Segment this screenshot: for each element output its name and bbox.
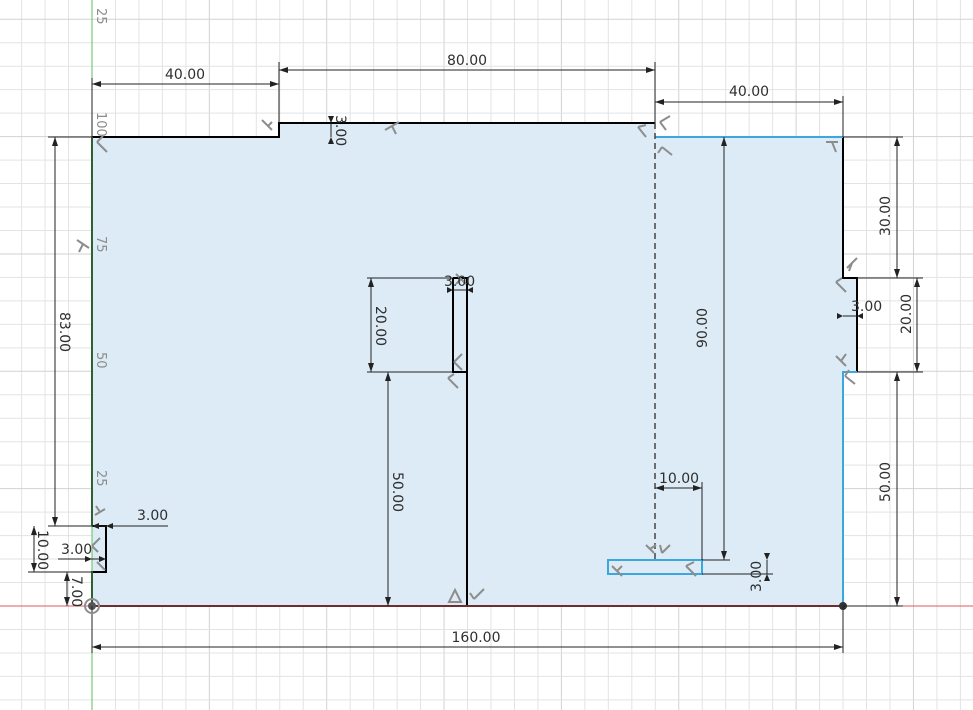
dim-10-notch: 10.00 <box>34 530 50 570</box>
ruler-label: 50 <box>93 352 108 369</box>
dim-80: 80.00 <box>447 53 487 69</box>
dim-40-top-right: 40.00 <box>729 84 769 100</box>
perpendicular-icon <box>659 115 671 131</box>
ruler-label: 25 <box>93 8 108 25</box>
dim-3-notch-top: 3.00 <box>137 508 168 524</box>
dim-3-slot: 3.00 <box>444 274 475 290</box>
dim-50-right: 50.00 <box>878 462 894 502</box>
dim-50-slot: 50.00 <box>389 472 405 512</box>
perpendicular-icon <box>76 239 90 253</box>
dim-3-tab: 3.00 <box>749 561 765 592</box>
dim-40-top-left: 40.00 <box>165 67 205 83</box>
dim-20-right: 20.00 <box>899 294 915 334</box>
dim-160: 160.00 <box>452 630 501 646</box>
sketch-canvas[interactable]: 25 100 75 50 25 40.00 80.00 40.00 3.00 8… <box>0 0 973 710</box>
ruler-label: 100 <box>93 112 108 137</box>
dim-10-tab: 10.00 <box>659 471 699 487</box>
perpendicular-icon <box>261 119 273 131</box>
perpendicular-icon <box>846 257 858 272</box>
dim-30: 30.00 <box>878 196 894 236</box>
dim-83: 83.00 <box>56 312 72 352</box>
sketch-profile-fill <box>92 123 857 606</box>
dim-3-top-notch: 3.00 <box>332 115 348 146</box>
dim-20-slot: 20.00 <box>372 306 388 346</box>
ruler-label: 75 <box>93 236 108 253</box>
dim-3-notch-mid: 3.00 <box>61 542 92 558</box>
ruler-label: 25 <box>93 470 108 487</box>
dim-90: 90.00 <box>695 308 711 348</box>
dim-7: 7.00 <box>68 576 84 607</box>
dim-3-right: 3.00 <box>851 299 882 315</box>
